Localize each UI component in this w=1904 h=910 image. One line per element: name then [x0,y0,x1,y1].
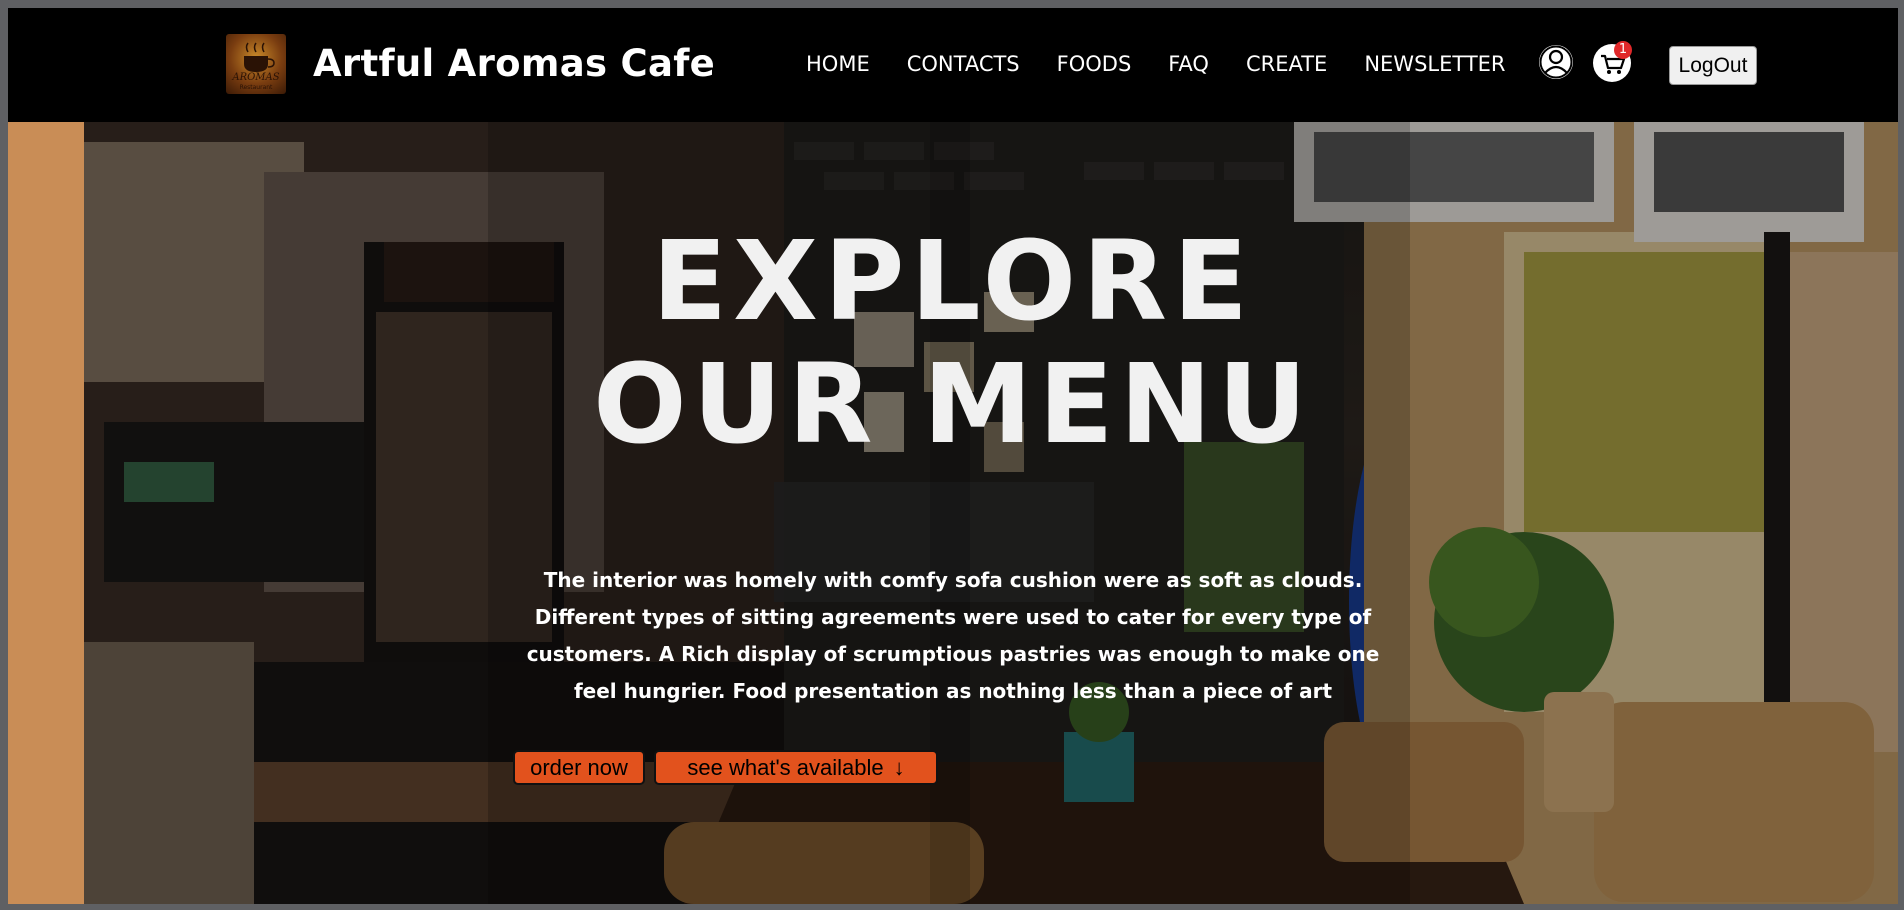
nav-create[interactable]: CREATE [1246,52,1327,76]
logo-text: AROMAS [232,72,280,83]
nav-home[interactable]: HOME [806,52,870,76]
nav-newsletter[interactable]: NEWSLETTER [1364,52,1505,76]
hero-description: The interior was homely with comfy sofa … [526,568,1380,703]
hero-section: EXPLORE OUR MENU The interior was homely… [8,122,1898,904]
hero-title-line-1: EXPLORE [651,217,1255,345]
arrow-down-icon: ↓ [893,755,905,780]
logout-button[interactable]: LogOut [1669,46,1757,85]
nav-links: HOME CONTACTS FOODS FAQ CREATE NEWSLETTE… [806,52,1506,76]
nav-foods[interactable]: FOODS [1057,52,1132,76]
browser-viewport: AROMAS Restaurant Artful Aromas Cafe HOM… [8,8,1898,904]
see-available-button[interactable]: see what's available ↓ [654,750,938,785]
order-now-label: order now [530,755,628,780]
order-now-button[interactable]: order now [513,750,645,785]
logo-subtext: Restaurant [239,84,273,91]
nav-contacts[interactable]: CONTACTS [907,52,1020,76]
hero-title-line-2: OUR MENU [593,340,1313,468]
navbar: AROMAS Restaurant Artful Aromas Cafe HOM… [8,8,1898,122]
cart-count-badge: 1 [1614,41,1632,59]
see-available-label: see what's available [687,755,884,780]
user-account-icon[interactable] [1537,43,1575,81]
nav-faq[interactable]: FAQ [1168,52,1209,76]
brand-title[interactable]: Artful Aromas Cafe [313,42,715,85]
